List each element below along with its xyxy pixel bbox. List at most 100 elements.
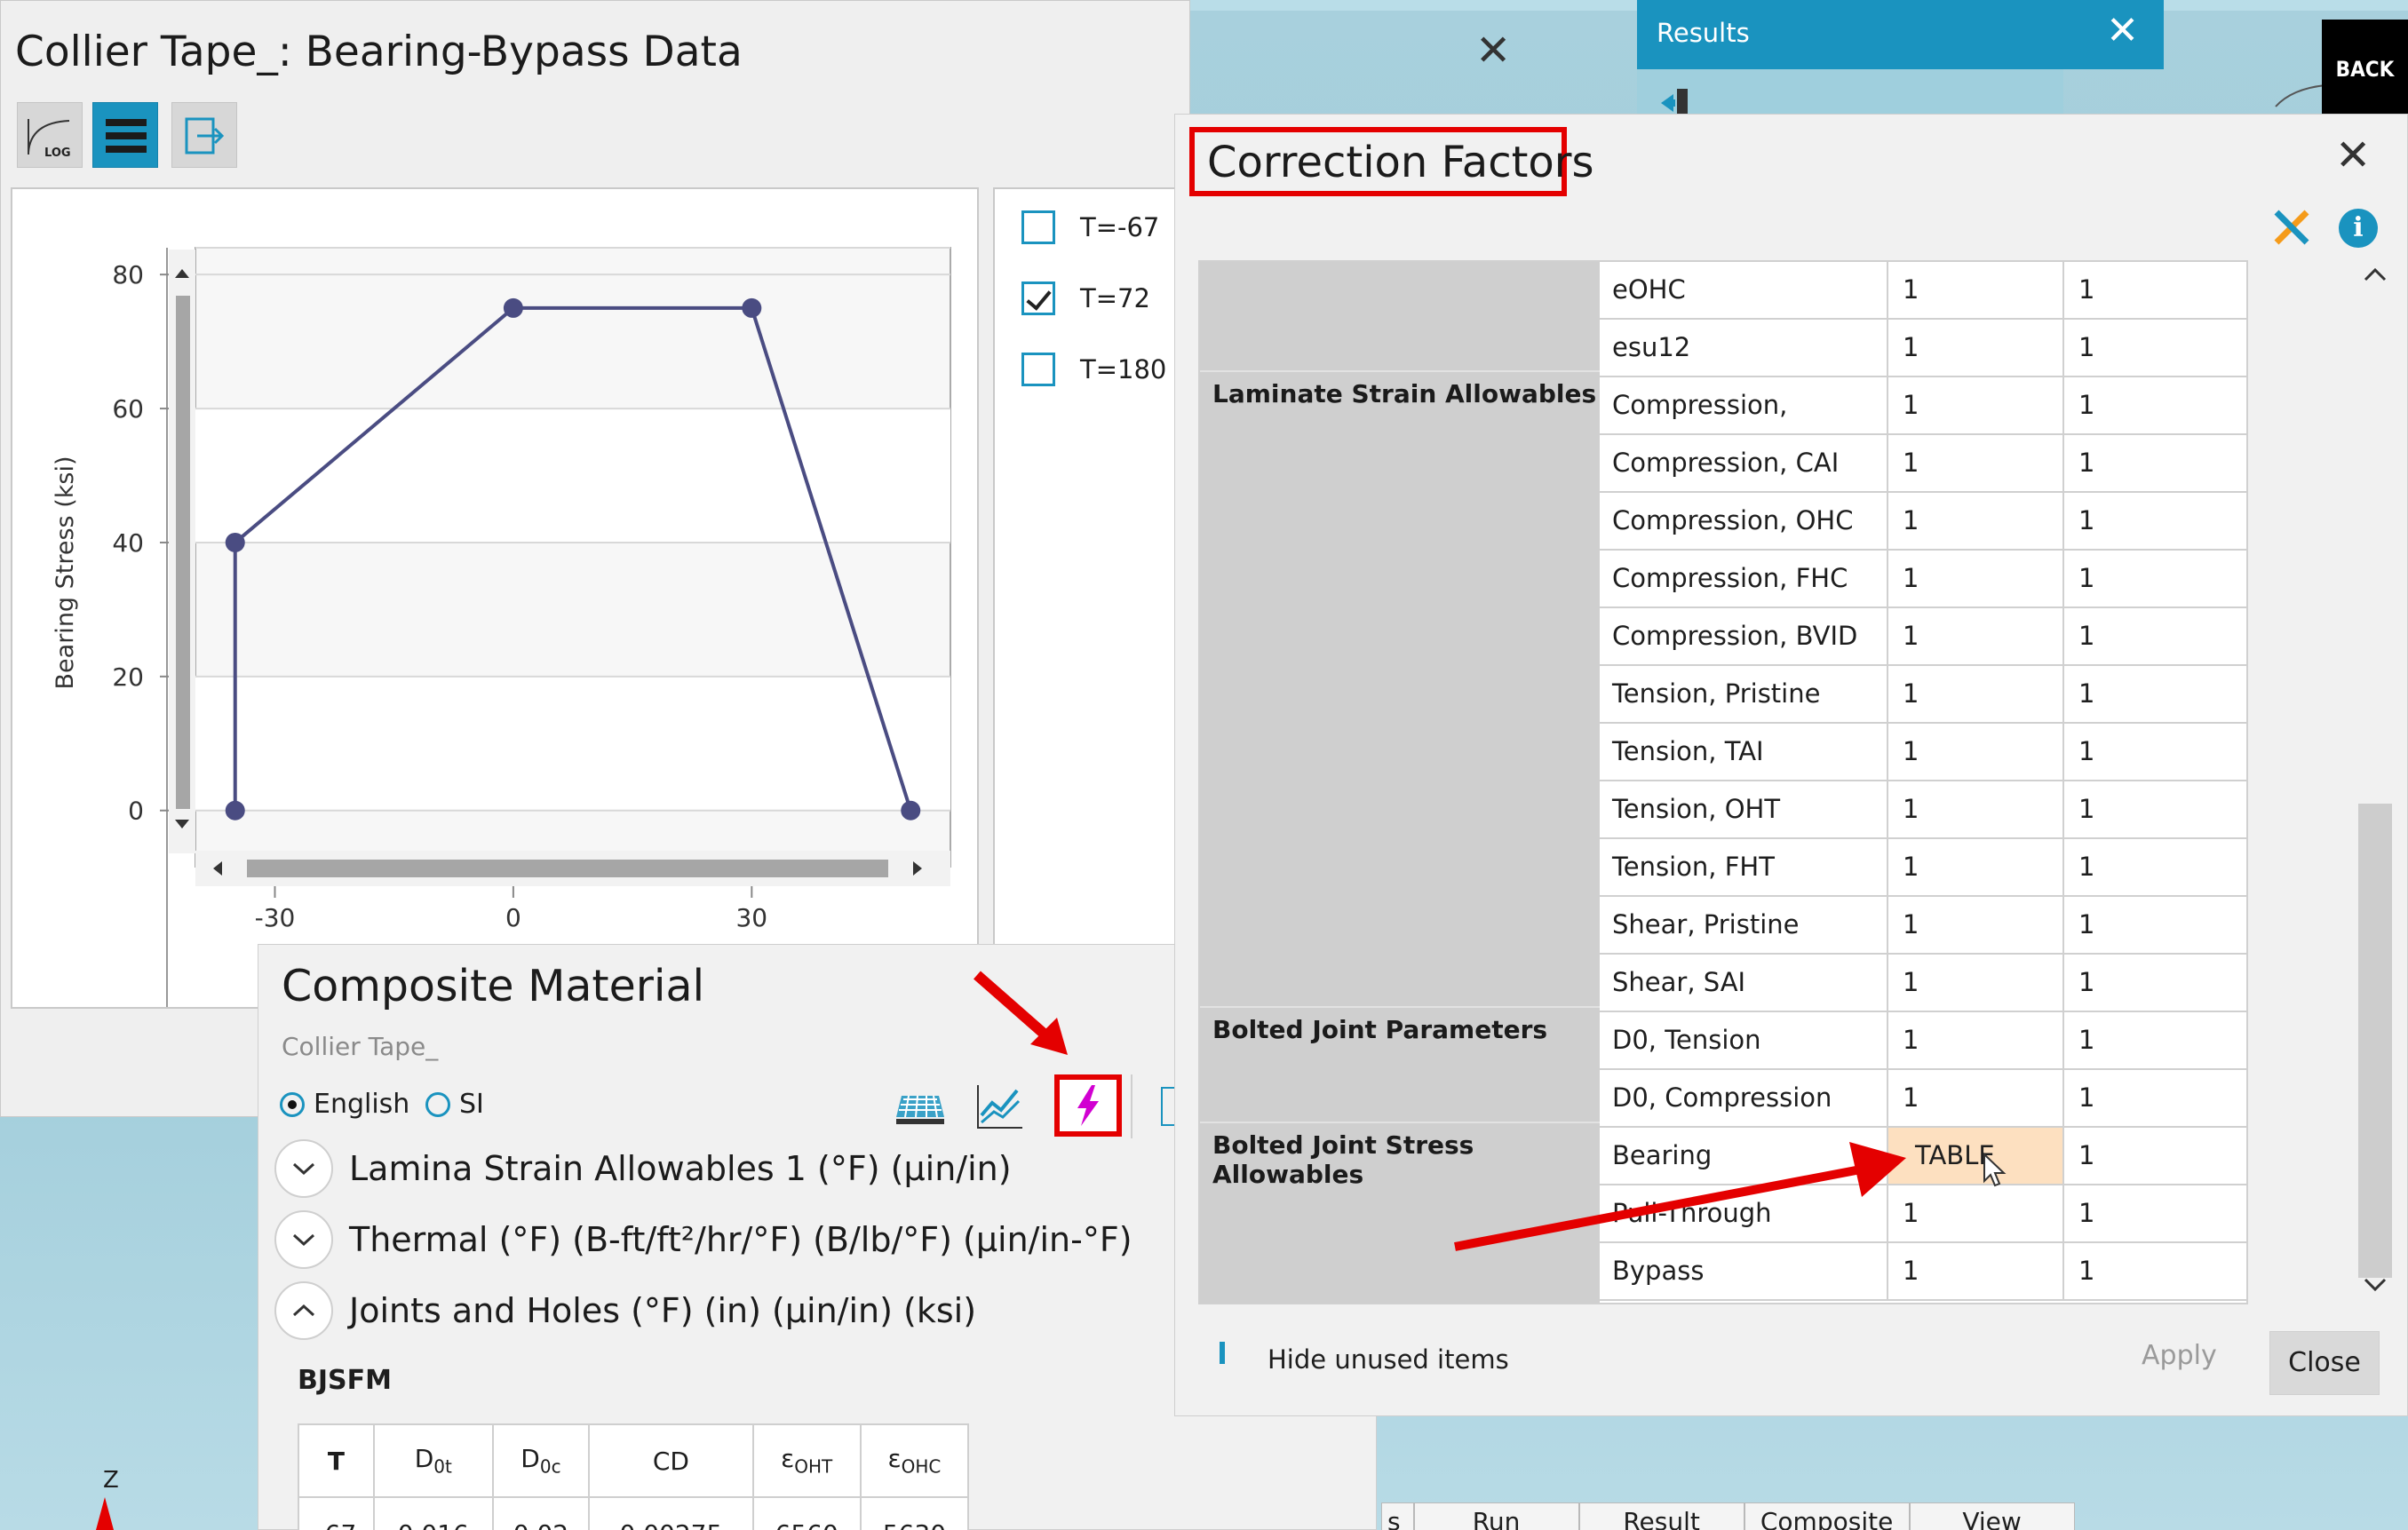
table-row[interactable]: Compression, Pristine11 <box>1600 377 2246 476</box>
table-cell[interactable]: 0.02 <box>491 1496 591 1530</box>
table-row[interactable]: esu12 1 1 <box>1600 320 2246 377</box>
export-button[interactable] <box>171 102 237 168</box>
value-cell[interactable]: 1 <box>1888 781 2064 837</box>
layup-grid-icon[interactable] <box>891 1078 948 1135</box>
value-cell[interactable]: 1 <box>1888 1185 2064 1241</box>
value-cell[interactable]: 1 <box>2064 1185 2245 1241</box>
value-cell[interactable]: 1 <box>2064 724 2245 780</box>
table-row[interactable]: Compression, CAI 1 1 <box>1600 435 2246 493</box>
chevron-down-icon[interactable] <box>274 1139 333 1198</box>
horizontal-scroll-thumb[interactable] <box>247 860 888 877</box>
table-row[interactable]: Tension, TAI 1 1 <box>1600 724 2246 781</box>
tab-composite[interactable]: Composite <box>1744 1502 1910 1530</box>
tab-view[interactable]: View <box>1909 1502 2075 1530</box>
back-button[interactable]: BACK <box>2322 20 2408 122</box>
value-cell[interactable]: 1 <box>2064 320 2245 376</box>
list-view-button[interactable] <box>92 102 158 168</box>
log-scale-button[interactable]: LOG <box>17 102 83 168</box>
value-cell[interactable]: 1 <box>1888 897 2064 953</box>
info-icon[interactable]: i <box>2339 209 2378 248</box>
value-cell[interactable]: 1 <box>2064 955 2245 1011</box>
table-row[interactable]: Tension, FHT 1 1 <box>1600 839 2246 897</box>
value-cell-table[interactable]: TABLE <box>1888 1128 2064 1184</box>
data-point[interactable] <box>742 297 762 318</box>
accordion-lamina-strain[interactable]: Lamina Strain Allowables 1 (°F) (µin/in) <box>274 1139 1012 1198</box>
hide-unused-checkbox[interactable] <box>1220 1342 1225 1364</box>
table-row[interactable]: Compression, BVID 1 1 <box>1600 608 2246 666</box>
table-cell[interactable]: 6560 <box>751 1496 862 1530</box>
value-cell[interactable]: 1 <box>2064 551 2245 606</box>
table-row[interactable]: -67 0.016 0.02 0.00275 6560 5630 <box>298 1496 970 1530</box>
value-cell[interactable]: 1 <box>1888 608 2064 664</box>
value-cell[interactable]: 1 <box>2064 666 2245 722</box>
radio-icon[interactable] <box>425 1091 450 1117</box>
chevron-down-icon[interactable] <box>274 1210 333 1269</box>
table-cell[interactable]: 0.00275 <box>588 1496 754 1530</box>
tools-icon[interactable] <box>2269 205 2314 250</box>
value-cell[interactable]: 1 <box>1888 435 2064 491</box>
data-point[interactable] <box>901 800 921 820</box>
table-row[interactable]: Shear, Pristine 1 1 <box>1600 897 2246 955</box>
vertical-scroll-thumb[interactable] <box>176 296 190 809</box>
table-row[interactable]: Tension, OHT 1 1 <box>1600 781 2246 839</box>
value-cell[interactable]: 1 <box>1888 493 2064 549</box>
radio-selected-icon[interactable] <box>280 1091 305 1117</box>
table-row[interactable]: Compression, OHC 1 1 <box>1600 493 2246 551</box>
value-cell[interactable]: 1 <box>2064 608 2245 664</box>
table-row[interactable]: D0, Tension 1 1 <box>1600 1012 2246 1070</box>
table-row[interactable]: D0, Compression 1 1 <box>1600 1070 2246 1128</box>
table-cell[interactable]: 0.016 <box>372 1496 494 1530</box>
data-point[interactable] <box>225 800 245 820</box>
table-row[interactable]: eOHC 1 1 <box>1600 262 2246 320</box>
scroll-down-icon[interactable] <box>2362 1276 2388 1294</box>
results-panel-header[interactable]: Results ✕ <box>1637 0 2164 69</box>
value-cell[interactable]: 1 <box>1888 955 2064 1011</box>
value-cell[interactable]: 1 <box>1888 666 2064 722</box>
apply-button[interactable]: Apply <box>2142 1340 2225 1371</box>
value-cell[interactable]: 1 <box>2064 377 2245 433</box>
table-row[interactable]: Tension, Pristine 1 1 <box>1600 666 2246 724</box>
tab-run[interactable]: Run <box>1413 1502 1579 1530</box>
accordion-joints-holes[interactable]: Joints and Holes (°F) (in) (µin/in) (ksi… <box>274 1281 976 1340</box>
table-row[interactable]: Compression, FHC 1 1 <box>1600 551 2246 608</box>
value-cell[interactable]: 1 <box>1888 262 2064 318</box>
units-english-radio[interactable]: English <box>280 1089 409 1120</box>
value-cell[interactable]: 1 <box>1888 724 2064 780</box>
legend-item-t-minus-67[interactable]: T=-67 <box>1021 210 1159 244</box>
scroll-up-icon[interactable] <box>2362 266 2388 283</box>
chart-line-icon[interactable] <box>971 1078 1028 1135</box>
tab-partial[interactable]: s <box>1381 1502 1414 1530</box>
value-cell[interactable]: 1 <box>2064 839 2245 895</box>
correction-factors-button[interactable] <box>1054 1074 1122 1137</box>
units-si-radio[interactable]: SI <box>425 1089 484 1120</box>
value-cell[interactable]: 1 <box>1888 320 2064 376</box>
data-point[interactable] <box>225 532 245 552</box>
value-cell[interactable]: 1 <box>1888 1070 2064 1126</box>
value-cell[interactable]: 1 <box>1888 1012 2064 1068</box>
value-cell[interactable]: 1 <box>1888 839 2064 895</box>
bearing-bypass-chart[interactable]: 0 20 40 60 80 -30 0 30 Bearing Stress (ksi) <box>12 189 977 1034</box>
legend-item-t-72[interactable]: T=72 <box>1021 281 1150 315</box>
legend-checkbox-checked[interactable] <box>1021 281 1055 315</box>
accordion-thermal[interactable]: Thermal (°F) (B-ft/ft²/hr/°F) (B/lb/°F) … <box>274 1210 1132 1269</box>
value-cell[interactable]: 1 <box>2064 1012 2245 1068</box>
table-cell[interactable]: -67 <box>298 1496 375 1530</box>
dialog-close-icon[interactable]: ✕ <box>2335 134 2371 177</box>
value-cell[interactable]: 1 <box>2064 1243 2245 1299</box>
value-cell[interactable]: 1 <box>2064 1070 2245 1126</box>
value-cell[interactable]: 1 <box>2064 435 2245 491</box>
value-cell[interactable]: 1 <box>2064 262 2245 318</box>
value-cell[interactable]: 1 <box>1888 1243 2064 1299</box>
value-cell[interactable]: 1 <box>2064 493 2245 549</box>
legend-checkbox[interactable] <box>1021 210 1055 244</box>
value-cell[interactable]: 1 <box>2064 897 2245 953</box>
value-cell[interactable]: 1 <box>2064 1128 2245 1184</box>
legend-checkbox[interactable] <box>1021 353 1055 386</box>
data-point[interactable] <box>503 297 523 318</box>
table-cell[interactable]: 5630 <box>859 1496 970 1530</box>
table-row[interactable]: Shear, SAI 1 1 <box>1600 955 2246 1012</box>
value-cell[interactable]: 1 <box>1888 551 2064 606</box>
tab-result[interactable]: Result <box>1578 1502 1744 1530</box>
results-close-icon[interactable]: ✕ <box>2106 9 2139 53</box>
value-cell[interactable]: 1 <box>2064 781 2245 837</box>
